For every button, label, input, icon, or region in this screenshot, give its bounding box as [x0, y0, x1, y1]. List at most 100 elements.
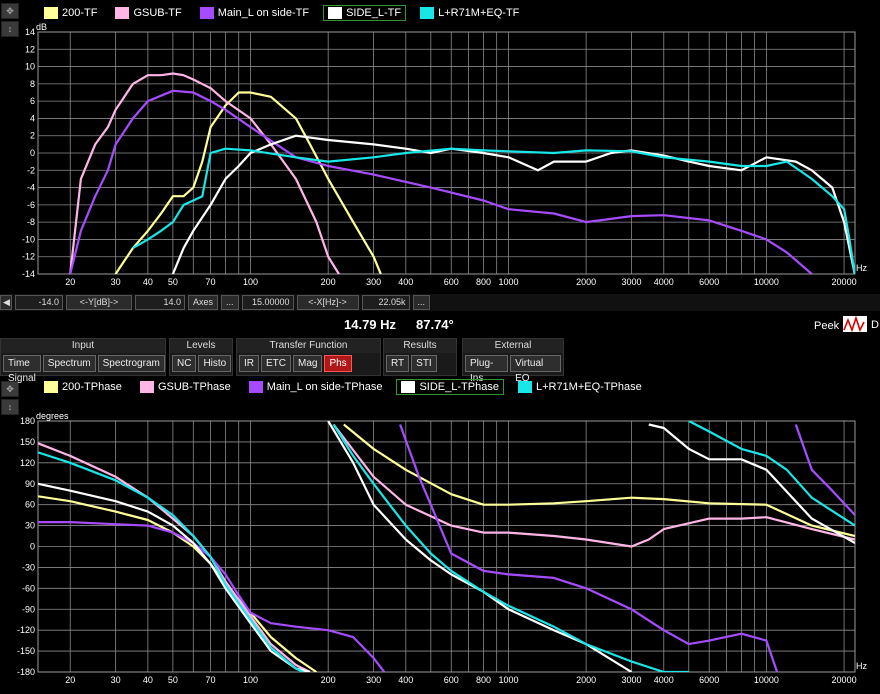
- y-tick-label: -14: [22, 269, 35, 279]
- x-tick-label: 20000: [832, 675, 857, 685]
- series-line: [332, 423, 689, 672]
- toolbar-button[interactable]: Virtual EQ: [510, 355, 561, 384]
- y-tick-label: -8: [27, 217, 35, 227]
- magnitude-chart[interactable]: 14121086420-2-4-6-8-10-12-1420 30 40 50 70 10…: [0, 22, 880, 294]
- left-arrow-button[interactable]: ◀: [0, 295, 12, 310]
- y-tick-label: 10: [25, 62, 35, 72]
- x-tick-label: 10000: [754, 675, 779, 685]
- axis-bar: ◀ -14.0 <-Y[dB]-> 14.0 Axes ... 15.00000…: [0, 294, 880, 311]
- x-tick-label: 1000: [498, 277, 518, 287]
- series-line: [38, 520, 386, 672]
- legend-label: GSUB-TF: [133, 7, 182, 19]
- toolbar-button[interactable]: ETC: [261, 355, 291, 372]
- y-tick-label: -6: [27, 200, 35, 210]
- top-legend-item[interactable]: 200-TF: [40, 6, 101, 20]
- levels-group: Levels NC Histo: [169, 338, 233, 376]
- dots-button[interactable]: ...: [221, 295, 239, 310]
- axes-button[interactable]: Axes: [188, 295, 219, 310]
- toolbar-button[interactable]: Plug-Ins: [465, 355, 509, 384]
- toolbar-button[interactable]: NC: [172, 355, 197, 372]
- x-axis-button[interactable]: <-X[Hz]->: [296, 295, 359, 310]
- legend-label: GSUB-TPhase: [157, 381, 231, 393]
- bottom-legend: 200-TPhase GSUB-TPhase Main_L on side-TPha…: [40, 379, 646, 395]
- x-tick-label: 600: [444, 277, 459, 287]
- y-tick-label: -4: [27, 183, 35, 193]
- y-tick-label: -12: [22, 252, 35, 262]
- x-tick-label: 30: [111, 277, 121, 287]
- top-legend-item[interactable]: L+R71M+EQ-TF: [416, 6, 523, 20]
- xmin-field[interactable]: 15.00000: [241, 295, 294, 310]
- legend-label: 200-TPhase: [62, 381, 122, 393]
- x-tick-label: 70: [206, 277, 216, 287]
- y-tick-label: -2: [27, 165, 35, 175]
- x-tick-label: 3000: [622, 277, 642, 287]
- x-tick-label: 200: [321, 277, 336, 287]
- x-tick-label: 40: [143, 675, 153, 685]
- x-tick-label: 4000: [654, 675, 674, 685]
- toolbar-button[interactable]: Mag: [293, 355, 323, 372]
- toolbar-button[interactable]: RT: [386, 355, 410, 372]
- legend-swatch: [328, 7, 343, 19]
- series-line: [399, 424, 779, 672]
- bottom-legend-item[interactable]: Main_L on side-TPhase: [245, 380, 387, 394]
- y-tick-label: 120: [20, 458, 35, 468]
- legend-label: SIDE_L-TF: [346, 7, 402, 19]
- top-legend-item[interactable]: GSUB-TF: [111, 6, 185, 20]
- ymax-field[interactable]: 14.0: [135, 295, 185, 310]
- x-tick-label: 30: [111, 675, 121, 685]
- y-tick-label: -60: [22, 583, 35, 593]
- y-tick-label: -30: [22, 562, 35, 572]
- top-zoom-button[interactable]: ✥: [1, 3, 19, 19]
- transfer-function-group: Transfer Function IR ETC Mag Phs: [236, 338, 381, 376]
- toolbar-button[interactable]: Spectrum: [42, 355, 96, 372]
- legend-swatch: [517, 381, 532, 393]
- legend-swatch: [420, 7, 435, 19]
- analysis-toolbar: Input Time Signal Spectrum Spectrogram Lev…: [0, 338, 880, 384]
- legend-swatch: [44, 7, 58, 19]
- top-legend-item[interactable]: Main_L on side-TF: [196, 6, 313, 20]
- phase-chart[interactable]: 1801501209060300-30-60-90-120-150-18020 3…: [0, 400, 880, 694]
- dots2-button[interactable]: ...: [412, 295, 431, 310]
- toolbar-button[interactable]: Spectrogram: [97, 355, 165, 372]
- legend-label: Main_L on side-TPhase: [266, 381, 383, 393]
- d-label[interactable]: D: [871, 319, 879, 331]
- y-tick-label: -90: [22, 604, 35, 614]
- x-tick-label: 800: [476, 277, 491, 287]
- peek-icon[interactable]: [843, 315, 867, 333]
- x-tick-label: 50: [168, 675, 178, 685]
- y-axis-button[interactable]: <-Y[dB]->: [66, 295, 132, 310]
- toolbar-button[interactable]: IR: [239, 355, 259, 372]
- top-legend-item[interactable]: SIDE_L-TF: [323, 5, 407, 21]
- xmax-field[interactable]: 22.05k: [361, 295, 410, 310]
- phase-readout: 87.74°: [416, 317, 454, 332]
- x-tick-label: 20000: [832, 277, 857, 287]
- bottom-legend-item[interactable]: 200-TPhase: [40, 380, 126, 394]
- x-tick-label: 1000: [498, 675, 518, 685]
- series-line: [794, 424, 855, 516]
- x-tick-label: 800: [476, 675, 491, 685]
- bottom-legend-item[interactable]: SIDE_L-TPhase: [396, 379, 504, 395]
- series-line: [69, 72, 340, 274]
- legend-swatch: [401, 381, 416, 393]
- y-tick-label: 0: [30, 148, 35, 158]
- toolbar-button[interactable]: Phs: [324, 355, 352, 372]
- x-tick-label: 50: [168, 277, 178, 287]
- x-tick-label: 300: [366, 277, 381, 287]
- cursor-readout: 14.79 Hz 87.74° Peek D: [0, 315, 880, 335]
- x-tick-label: 400: [398, 277, 413, 287]
- toolbar-button[interactable]: STI: [411, 355, 437, 372]
- series-line: [688, 421, 855, 527]
- legend-label: SIDE_L-TPhase: [419, 381, 499, 393]
- x-tick-label: 20: [65, 277, 75, 287]
- toolbar-button[interactable]: Time Signal: [3, 355, 41, 384]
- results-group-title: Results: [384, 339, 456, 353]
- peek-label[interactable]: Peek: [814, 320, 839, 332]
- x-tick-label: 3000: [622, 675, 642, 685]
- bottom-legend-item[interactable]: L+R71M+EQ-TPhase: [514, 380, 646, 394]
- toolbar-button[interactable]: Histo: [198, 355, 232, 372]
- x-tick-label: 200: [321, 675, 336, 685]
- ymin-field[interactable]: -14.0: [15, 295, 63, 310]
- y-tick-label: 4: [30, 113, 35, 123]
- bottom-legend-item[interactable]: GSUB-TPhase: [136, 380, 235, 394]
- y-tick-label: 60: [25, 500, 35, 510]
